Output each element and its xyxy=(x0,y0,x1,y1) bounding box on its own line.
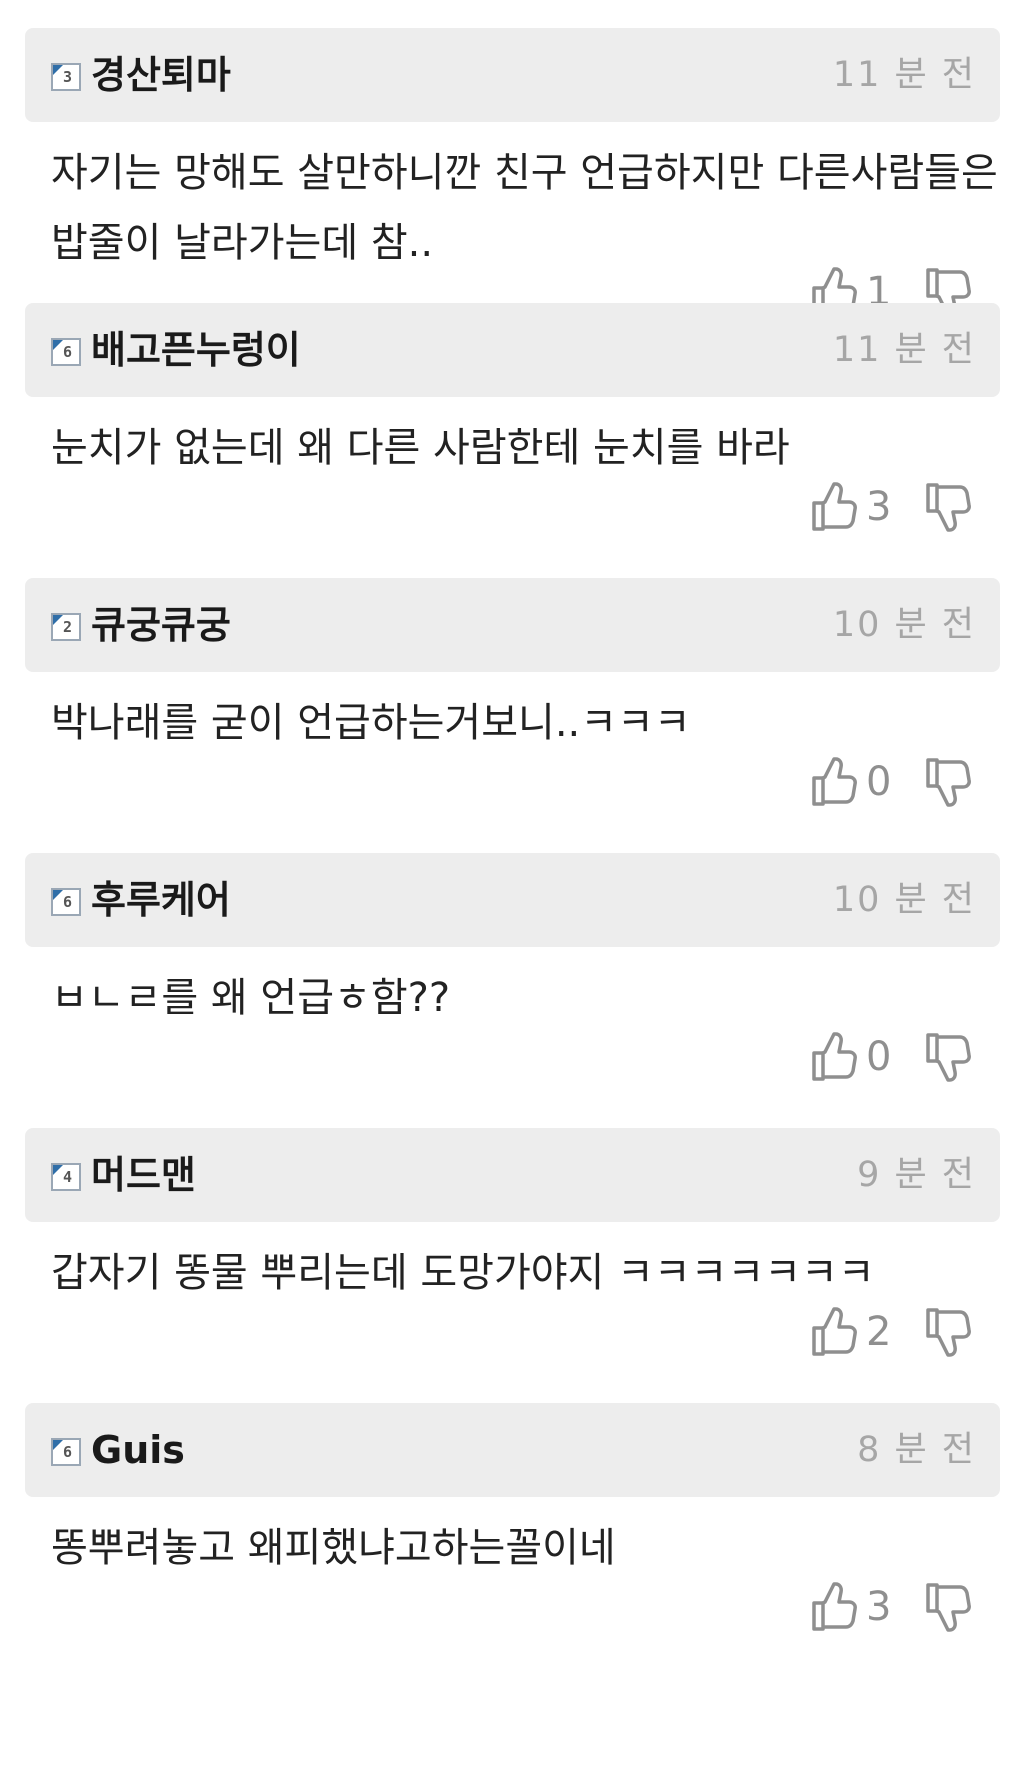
level-flag-icon: 2 xyxy=(51,613,81,641)
timestamp: 9 분 전 xyxy=(857,1155,976,1195)
comment-header: 3 경산퇴마 11 분 전 xyxy=(25,28,1000,122)
nickname[interactable]: 머드맨 xyxy=(91,1150,196,1200)
timestamp: 10 분 전 xyxy=(832,605,976,645)
level-number: 6 xyxy=(63,343,73,361)
comment-list: 3 경산퇴마 11 분 전 자기는 망해도 살만하니깐 친구 언급하지만 다른사… xyxy=(0,28,1024,1678)
comment-header: 2 큐궁큐궁 10 분 전 xyxy=(25,578,1000,672)
thumbs-up-icon[interactable] xyxy=(810,1306,858,1358)
vote-bar: 3 xyxy=(810,481,1000,533)
thumbs-up-icon[interactable] xyxy=(810,756,858,808)
comment-text: 갑자기 똥물 뿌리는데 도망가야지 ㅋㅋㅋㅋㅋㅋㅋ xyxy=(51,1250,875,1296)
comment-item: 6 배고픈누렁이 11 분 전 눈치가 없는데 왜 다른 사람한테 눈치를 바라… xyxy=(0,303,1024,578)
level-number: 6 xyxy=(63,1443,73,1461)
level-number: 2 xyxy=(63,618,73,636)
thumbs-down-icon[interactable] xyxy=(924,756,972,808)
comment-header: 6 Guis 8 분 전 xyxy=(25,1403,1000,1497)
level-flag-icon: 4 xyxy=(51,1163,81,1191)
nickname[interactable]: Guis xyxy=(91,1425,185,1475)
comment-header: 4 머드맨 9 분 전 xyxy=(25,1128,1000,1222)
thumbs-up-icon[interactable] xyxy=(810,1581,858,1633)
comment-item: 6 Guis 8 분 전 똥뿌려놓고 왜피했냐고하는꼴이네 3 xyxy=(0,1403,1024,1678)
comment-item: 4 머드맨 9 분 전 갑자기 똥물 뿌리는데 도망가야지 ㅋㅋㅋㅋㅋㅋㅋ 2 xyxy=(0,1128,1024,1403)
level-flag-icon: 6 xyxy=(51,1438,81,1466)
vote-bar: 2 xyxy=(810,1306,1000,1358)
level-flag-icon: 6 xyxy=(51,338,81,366)
timestamp: 10 분 전 xyxy=(832,880,976,920)
thumbs-down-icon[interactable] xyxy=(924,1031,972,1083)
thumbs-up-icon[interactable] xyxy=(810,1031,858,1083)
comment-text: 눈치가 없는데 왜 다른 사람한테 눈치를 바라 xyxy=(51,425,790,471)
comment-header: 6 후루케어 10 분 전 xyxy=(25,853,1000,947)
like-count: 3 xyxy=(866,1584,892,1630)
nickname[interactable]: 후루케어 xyxy=(91,875,231,925)
comment-item: 2 큐궁큐궁 10 분 전 박나래를 굳이 언급하는거보니..ㅋㅋㅋ 0 xyxy=(0,578,1024,853)
thumbs-up-icon[interactable] xyxy=(810,481,858,533)
vote-bar: 3 xyxy=(810,1581,1000,1633)
nickname[interactable]: 경산퇴마 xyxy=(91,50,231,100)
timestamp: 8 분 전 xyxy=(857,1430,976,1470)
comment-text: 똥뿌려놓고 왜피했냐고하는꼴이네 xyxy=(51,1525,616,1571)
comment-item: 3 경산퇴마 11 분 전 자기는 망해도 살만하니깐 친구 언급하지만 다른사… xyxy=(0,28,1024,317)
comment-text: 자기는 망해도 살만하니깐 친구 언급하지만 다른사람들은 밥줄이 날라가는데 … xyxy=(51,150,998,266)
thumbs-down-icon[interactable] xyxy=(924,1581,972,1633)
thumbs-down-icon[interactable] xyxy=(924,1306,972,1358)
vote-bar: 0 xyxy=(810,1031,1000,1083)
level-number: 6 xyxy=(63,893,73,911)
nickname[interactable]: 큐궁큐궁 xyxy=(91,600,231,650)
timestamp: 11 분 전 xyxy=(832,330,976,370)
vote-bar: 0 xyxy=(810,756,1000,808)
like-count: 3 xyxy=(866,484,892,530)
level-flag-icon: 6 xyxy=(51,888,81,916)
like-count: 0 xyxy=(866,759,892,805)
comment-text: 박나래를 굳이 언급하는거보니..ㅋㅋㅋ xyxy=(51,700,691,746)
level-number: 4 xyxy=(63,1168,73,1186)
comment-item: 6 후루케어 10 분 전 ㅂㄴㄹ를 왜 언급ㅎ함?? 0 xyxy=(0,853,1024,1128)
comment-header: 6 배고픈누렁이 11 분 전 xyxy=(25,303,1000,397)
comment-text: ㅂㄴㄹ를 왜 언급ㅎ함?? xyxy=(51,975,451,1021)
level-flag-icon: 3 xyxy=(51,63,81,91)
nickname[interactable]: 배고픈누렁이 xyxy=(91,325,301,375)
level-number: 3 xyxy=(63,68,73,86)
like-count: 0 xyxy=(866,1034,892,1080)
timestamp: 11 분 전 xyxy=(832,55,976,95)
thumbs-down-icon[interactable] xyxy=(924,481,972,533)
like-count: 2 xyxy=(866,1309,892,1355)
